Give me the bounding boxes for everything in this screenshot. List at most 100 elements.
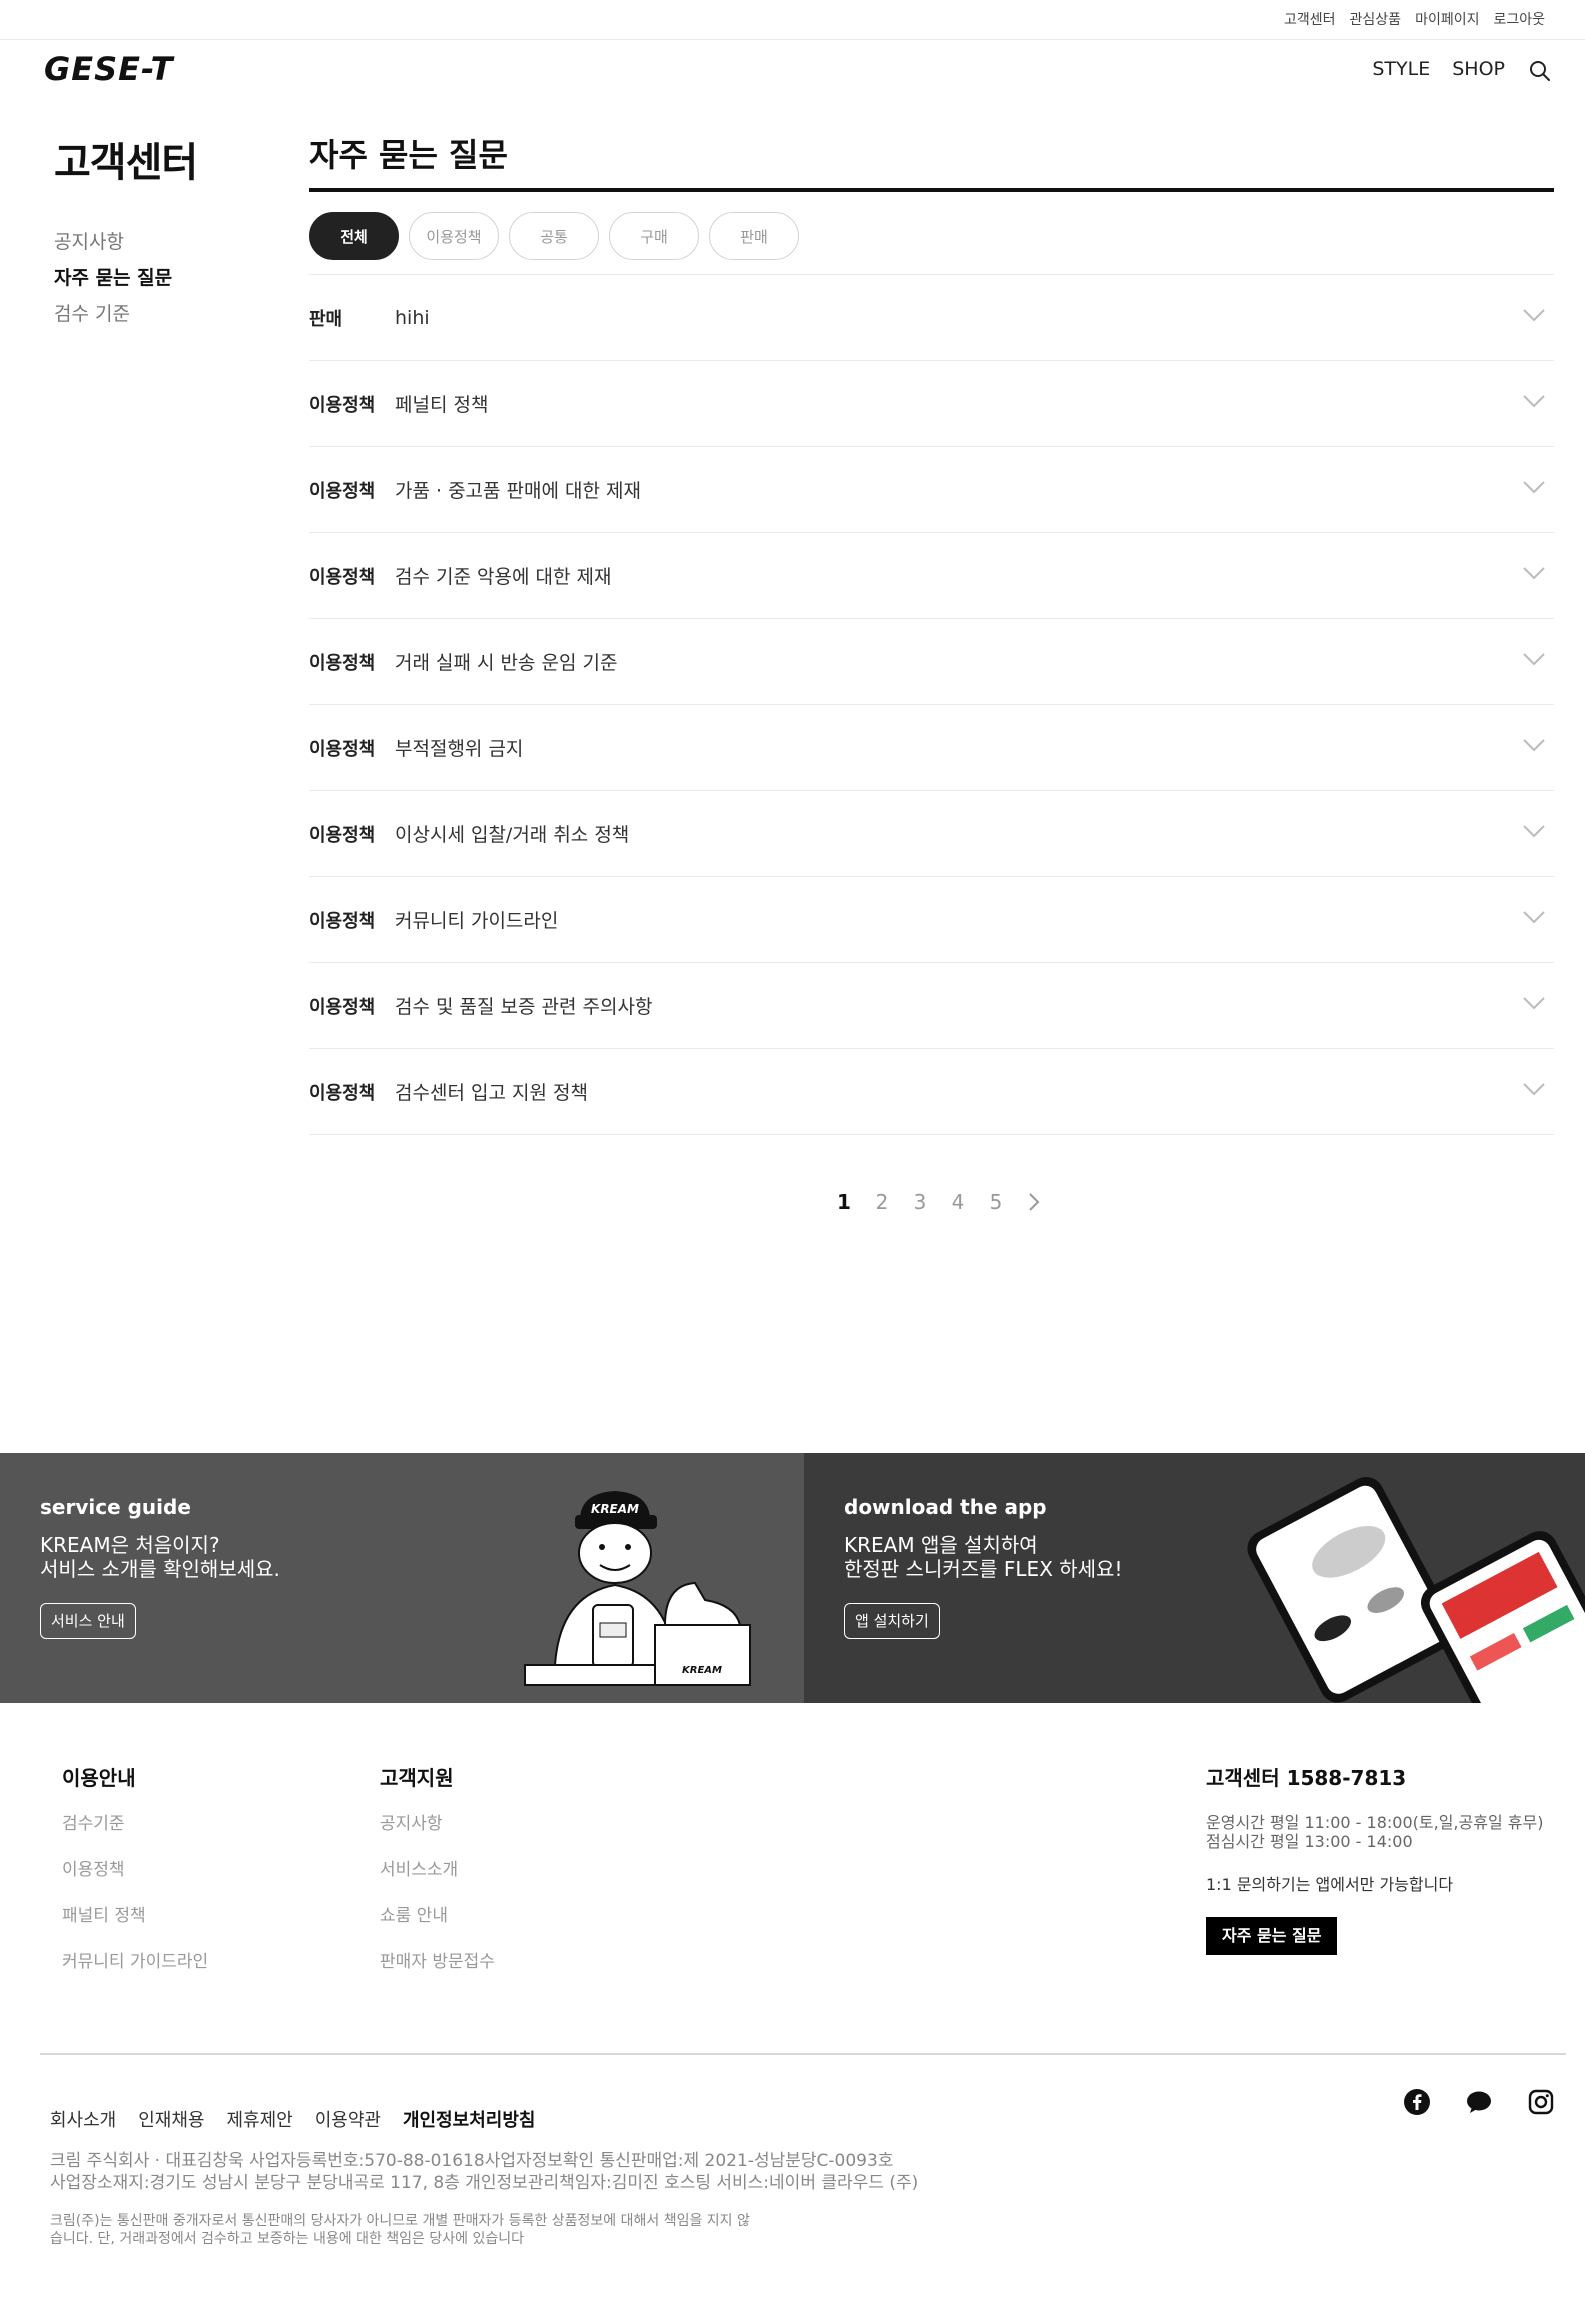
cs-note: 1:1 문의하기는 앱에서만 가능합니다 xyxy=(1206,1875,1454,1894)
pagination: 12345 xyxy=(825,1190,1053,1214)
global-nav: STYLE SHOP xyxy=(1372,58,1505,80)
nav-shop[interactable]: SHOP xyxy=(1452,58,1505,80)
cs-phone: 고객센터 1588-7813 xyxy=(1206,1766,1407,1790)
chip-policy[interactable]: 이용정책 xyxy=(409,212,499,260)
disclaimer-line: 습니다. 단, 거래과정에서 검수하고 보증하는 내용에 대한 책임은 당사에 … xyxy=(50,2231,524,2247)
faq-item[interactable]: 이용정책 부적절행위 금지 xyxy=(309,705,1554,791)
faq-button[interactable]: 자주 묻는 질문 xyxy=(1206,1917,1338,1955)
faq-item[interactable]: 이용정책 검수 기준 악용에 대한 제재 xyxy=(309,533,1554,619)
link-partnership[interactable]: 제휴제안 xyxy=(227,2106,293,2132)
legal-links: 회사소개 인재채용 제휴제안 이용약관 개인정보처리방침 xyxy=(50,2106,535,2132)
faq-list: 판매 hihi 이용정책 페널티 정책 이용정책 가품 · 중고품 판매에 대한 제재 이용… xyxy=(309,274,1554,1135)
facebook-icon[interactable] xyxy=(1403,2088,1431,2116)
footer-link[interactable]: 서비스소개 xyxy=(380,1859,495,1905)
faq-item[interactable]: 이용정책 검수 및 품질 보증 관련 주의사항 xyxy=(309,963,1554,1049)
faq-item[interactable]: 이용정책 페널티 정책 xyxy=(309,361,1554,447)
footer-link[interactable]: 패널티 정책 xyxy=(62,1905,208,1951)
footer-divider xyxy=(40,2053,1566,2055)
chevron-down-icon[interactable] xyxy=(1522,909,1546,925)
faq-category: 이용정책 xyxy=(309,1082,376,1104)
business-line: 사업장소재지:경기도 성남시 분당구 분당내곡로 117, 8층 개인정보관리책… xyxy=(50,2173,919,2193)
chevron-down-icon[interactable] xyxy=(1522,1081,1546,1097)
talk-icon[interactable] xyxy=(1465,2088,1493,2116)
link-logout[interactable]: 로그아웃 xyxy=(1493,9,1545,29)
faq-item[interactable]: 판매 hihi xyxy=(309,275,1554,361)
social-links xyxy=(1403,2088,1555,2116)
page-number[interactable]: 3 xyxy=(901,1190,939,1214)
logo[interactable]: GESE-T xyxy=(44,50,173,88)
faq-category: 판매 xyxy=(309,308,343,330)
cap-text: KREAM xyxy=(591,1502,639,1516)
service-guide-button[interactable]: 서비스 안내 xyxy=(40,1603,136,1639)
cs-hours: 운영시간 평일 11:00 - 18:00(토,일,공휴일 휴무) 점심시간 평… xyxy=(1206,1813,1566,1851)
main-header: GESE-T STYLE SHOP xyxy=(0,40,1585,100)
page-number[interactable]: 2 xyxy=(863,1190,901,1214)
chip-sell[interactable]: 판매 xyxy=(709,212,799,260)
faq-item[interactable]: 이용정책 이상시세 입찰/거래 취소 정책 xyxy=(309,791,1554,877)
faq-question: 커뮤니티 가이드라인 xyxy=(395,910,559,932)
instagram-icon[interactable] xyxy=(1527,2088,1555,2116)
banner-line: KREAM 앱을 설치하여 xyxy=(844,1533,1038,1557)
business-line: 크림 주식회사 · 대표김창욱 사업자등록번호:570-88-01618사업자정… xyxy=(50,2151,894,2171)
sidebar-title: 고객센터 xyxy=(54,140,198,186)
footer-support: 고객지원 공지사항 서비스소개 쇼룸 안내 판매자 방문접수 xyxy=(380,1762,495,1997)
link-terms[interactable]: 이용약관 xyxy=(315,2106,381,2132)
main-content: 자주 묻는 질문 전체 이용정책 공통 구매 판매 판매 hihi 이용정책 페널티 … xyxy=(309,130,1554,1135)
chip-common[interactable]: 공통 xyxy=(509,212,599,260)
link-customer-center[interactable]: 고객센터 xyxy=(1284,9,1336,29)
chevron-right-icon xyxy=(1029,1193,1040,1211)
faq-question: 페널티 정책 xyxy=(395,394,489,416)
app-install-button[interactable]: 앱 설치하기 xyxy=(844,1603,940,1639)
character-illustration: KREAM KREAM xyxy=(524,1491,751,1686)
page-number[interactable]: 1 xyxy=(825,1190,863,1214)
chevron-down-icon[interactable] xyxy=(1522,565,1546,581)
faq-category: 이용정책 xyxy=(309,566,376,588)
chevron-down-icon[interactable] xyxy=(1522,651,1546,667)
footer-link[interactable]: 공지사항 xyxy=(380,1813,495,1859)
faq-item[interactable]: 이용정책 가품 · 중고품 판매에 대한 제재 xyxy=(309,447,1554,533)
faq-item[interactable]: 이용정책 거래 실패 시 반송 운임 기준 xyxy=(309,619,1554,705)
app-download-banner[interactable]: download the app KREAM 앱을 설치하여 한정판 스니커즈를… xyxy=(804,1453,1585,1703)
chevron-down-icon[interactable] xyxy=(1522,823,1546,839)
link-mypage[interactable]: 마이페이지 xyxy=(1415,9,1479,29)
page-number[interactable]: 4 xyxy=(939,1190,977,1214)
faq-category: 이용정책 xyxy=(309,996,376,1018)
service-guide-banner[interactable]: service guide KREAM은 처음이지? 서비스 소개를 확인해보세… xyxy=(0,1453,804,1703)
footer-link[interactable]: 이용정책 xyxy=(62,1859,208,1905)
link-careers[interactable]: 인재채용 xyxy=(138,2106,204,2132)
footer-link[interactable]: 커뮤니티 가이드라인 xyxy=(62,1951,208,1997)
link-wishlist[interactable]: 관심상품 xyxy=(1350,9,1402,29)
sidebar-item-notice[interactable]: 공지사항 xyxy=(54,224,274,260)
customer-service-info: 고객센터 1588-7813 운영시간 평일 11:00 - 18:00(토,일… xyxy=(1206,1762,1566,1955)
faq-question: 검수 및 품질 보증 관련 주의사항 xyxy=(395,996,653,1018)
sidebar-item-faq[interactable]: 자주 묻는 질문 xyxy=(54,260,274,296)
nav-style[interactable]: STYLE xyxy=(1372,58,1430,80)
faq-item[interactable]: 이용정책 검수센터 입고 지원 정책 xyxy=(309,1049,1554,1135)
footer-link[interactable]: 판매자 방문접수 xyxy=(380,1951,495,1997)
page-title: 자주 묻는 질문 xyxy=(309,130,1554,192)
banner-title: service guide xyxy=(40,1495,191,1519)
faq-item[interactable]: 이용정책 커뮤니티 가이드라인 xyxy=(309,877,1554,963)
box-text: KREAM xyxy=(682,1665,722,1676)
chevron-down-icon[interactable] xyxy=(1522,737,1546,753)
phone-mockup-illustration xyxy=(1247,1477,1585,1703)
faq-question: 이상시세 입찰/거래 취소 정책 xyxy=(395,824,630,846)
chip-buy[interactable]: 구매 xyxy=(609,212,699,260)
chip-all[interactable]: 전체 xyxy=(309,212,399,260)
chevron-down-icon[interactable] xyxy=(1522,307,1546,323)
disclaimer-line: 크림(주)는 통신판매 중개자로서 통신판매의 당사자가 아니므로 개별 판매자… xyxy=(50,2213,750,2229)
search-icon[interactable] xyxy=(1529,60,1551,82)
footer-support-title: 고객지원 xyxy=(380,1766,454,1790)
sidebar-item-inspection[interactable]: 검수 기준 xyxy=(54,296,274,332)
chevron-down-icon[interactable] xyxy=(1522,393,1546,409)
footer-link[interactable]: 쇼룸 안내 xyxy=(380,1905,495,1951)
banner-title: download the app xyxy=(844,1495,1047,1519)
next-page-button[interactable] xyxy=(1015,1190,1053,1214)
chevron-down-icon[interactable] xyxy=(1522,995,1546,1011)
faq-category: 이용정책 xyxy=(309,480,376,502)
link-company[interactable]: 회사소개 xyxy=(50,2106,116,2132)
link-privacy[interactable]: 개인정보처리방침 xyxy=(403,2106,535,2132)
page-number[interactable]: 5 xyxy=(977,1190,1015,1214)
footer-link[interactable]: 검수기준 xyxy=(62,1813,208,1859)
chevron-down-icon[interactable] xyxy=(1522,479,1546,495)
